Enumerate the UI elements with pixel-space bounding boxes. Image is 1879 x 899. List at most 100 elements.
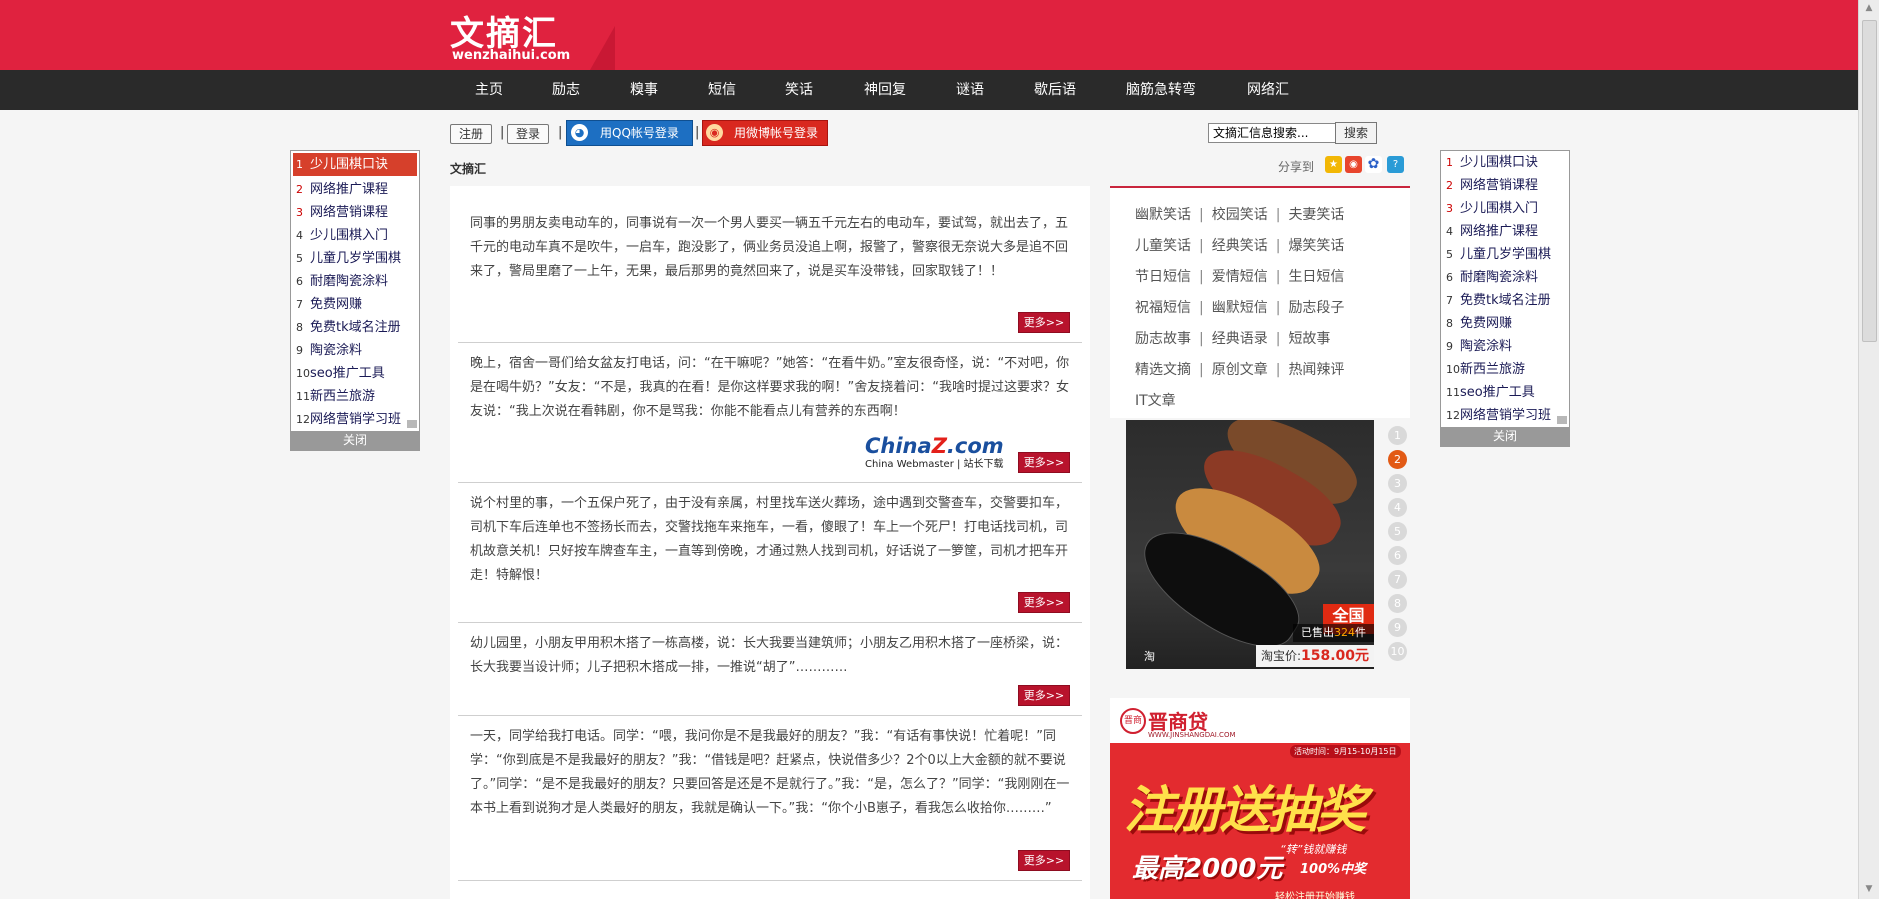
category-link[interactable]: 热闻辣评 [1288,362,1344,378]
category-link[interactable]: 爱情短信 [1212,269,1268,285]
list-item[interactable]: 9 陶瓷涂料 [291,339,419,362]
nav-item-inspire[interactable]: 励志 [552,70,580,110]
list-item[interactable]: 7 免费tk域名注册 [1441,289,1569,312]
ad-banner[interactable]: 晋商 晋商贷 WWW.JINSHANGDAI.COM 活动时间：9月15-10月… [1110,698,1410,899]
slide-dot[interactable]: 1 [1388,426,1407,445]
sold-suffix: 件 [1355,626,1366,639]
list-item[interactable]: 2 网络营销课程 [1441,174,1569,197]
nav-item-jokes[interactable]: 笑话 [785,70,813,110]
site-logo[interactable]: 文摘汇 wenzhaihui.com [450,6,615,70]
list-item[interactable]: 5 儿童几岁学围棋 [291,247,419,270]
list-item[interactable]: 11新西兰旅游 [291,385,419,408]
item-label: 少儿围棋入门 [310,228,389,243]
category-link[interactable]: IT文章 [1135,393,1176,409]
more-button[interactable]: 更多>> [1018,850,1070,871]
slide-dot[interactable]: 4 [1388,498,1407,517]
list-item[interactable]: 4 网络推广课程 [1441,220,1569,243]
more-button[interactable]: 更多>> [1018,592,1070,613]
category-link[interactable]: 生日短信 [1288,269,1344,285]
nav-item-brainteaser[interactable]: 脑筋急转弯 [1126,70,1196,110]
scroll-down-icon[interactable]: ▼ [1863,884,1875,896]
list-item[interactable]: 8 免费网赚 [1441,312,1569,335]
category-link[interactable]: 励志故事 [1135,331,1191,347]
share-qzone-icon[interactable]: ★ [1325,156,1342,173]
nav-item-sms[interactable]: 短信 [708,70,736,110]
sold-number: 324 [1334,626,1355,639]
nav-item-network[interactable]: 网络汇 [1247,70,1289,110]
scroll-up-icon[interactable]: ▲ [1863,3,1875,15]
register-button[interactable]: 注册 [450,124,493,144]
nav-item-funny[interactable]: 糗事 [630,70,658,110]
list-item[interactable]: 8 免费tk域名注册 [291,316,419,339]
category-panel: 幽默笑话 | 校园笑话 | 夫妻笑话 儿童笑话 | 经典笑话 | 爆笑笑话 节日短信 | 爱情短信 |… [1110,186,1410,418]
nav-item-riddles[interactable]: 谜语 [956,70,984,110]
category-link[interactable]: 原创文章 [1212,362,1268,378]
vertical-scrollbar[interactable]: ▲ ▼ [1858,0,1879,899]
category-link[interactable]: 经典语录 [1212,331,1268,347]
resize-corner-icon [407,420,417,428]
slide-dot[interactable]: 6 [1388,546,1407,565]
close-button[interactable]: 关闭 [1441,427,1569,446]
category-link[interactable]: 幽默笑话 [1135,207,1191,223]
list-item[interactable]: 2 网络推广课程 [291,178,419,201]
share-more-icon[interactable]: ? [1387,156,1404,173]
slide-dot-active[interactable]: 2 [1388,450,1407,469]
divider [458,342,1082,343]
list-item[interactable]: 12网络营销学习班 [1441,404,1569,427]
category-link[interactable]: 儿童笑话 [1135,238,1191,254]
more-button[interactable]: 更多>> [1018,452,1070,473]
list-item[interactable]: 6 耐磨陶瓷涂料 [1441,266,1569,289]
more-button[interactable]: 更多>> [1018,685,1070,706]
list-item[interactable]: 6 耐磨陶瓷涂料 [291,270,419,293]
category-link[interactable]: 幽默短信 [1212,300,1268,316]
category-link[interactable]: 爆笑笑话 [1288,238,1344,254]
qq-login-button[interactable]: ◕ 用QQ帐号登录 [566,120,693,146]
slide-dot[interactable]: 5 [1388,522,1407,541]
share-weibo-icon[interactable]: ◉ [1345,156,1362,173]
breadcrumb[interactable]: 文摘汇 [450,160,486,177]
product-slideshow[interactable]: 全国 已售出324件 淘宝价:158.00元 淘 [1126,420,1374,669]
list-item[interactable]: 4 少儿围棋入门 [291,224,419,247]
list-item[interactable]: 1 少儿围棋口诀 [1441,151,1569,174]
search-button[interactable]: 搜索 [1335,122,1377,144]
weibo-login-button[interactable]: ◉ 用微博帐号登录 [702,120,828,146]
category-link[interactable]: 短故事 [1288,331,1330,347]
slide-dot[interactable]: 7 [1388,570,1407,589]
category-link[interactable]: 祝福短信 [1135,300,1191,316]
share-baidu-icon[interactable]: ✿ [1365,156,1382,173]
list-item[interactable]: 5 儿童几岁学围棋 [1441,243,1569,266]
list-item[interactable]: 3 网络营销课程 [291,201,419,224]
item-rank: 5 [1446,248,1453,261]
list-item[interactable]: 11seo推广工具 [1441,381,1569,404]
category-link[interactable]: 精选文摘 [1135,362,1191,378]
slide-dot[interactable]: 3 [1388,474,1407,493]
nav-item-xiehouyu[interactable]: 歇后语 [1034,70,1076,110]
category-link[interactable]: 经典笑话 [1212,238,1268,254]
logo-text-en: wenzhaihui.com [452,48,571,63]
list-item[interactable]: 10新西兰旅游 [1441,358,1569,381]
category-link[interactable]: 夫妻笑话 [1288,207,1344,223]
list-item[interactable]: 7 免费网赚 [291,293,419,316]
close-button[interactable]: 关闭 [291,431,419,450]
sold-prefix: 已售出 [1301,626,1334,639]
list-item[interactable]: 12网络营销学习班 [291,408,419,431]
item-rank: 8 [296,321,303,334]
list-item[interactable]: 9 陶瓷涂料 [1441,335,1569,358]
left-floating-list: 1 少儿围棋口诀 2 网络推广课程 3 网络营销课程 4 少儿围棋入门 5 儿童几岁学围棋… [290,150,420,451]
category-link[interactable]: 校园笑话 [1212,207,1268,223]
nav-item-home[interactable]: 主页 [475,70,503,110]
slide-dot[interactable]: 9 [1388,618,1407,637]
more-button[interactable]: 更多>> [1018,312,1070,333]
list-item[interactable]: 1 少儿围棋口诀 [293,153,417,176]
category-link[interactable]: 节日短信 [1135,269,1191,285]
list-item[interactable]: 10seo推广工具 [291,362,419,385]
scrollbar-thumb[interactable] [1862,20,1877,342]
slide-dot[interactable]: 10 [1388,642,1407,661]
login-button[interactable]: 登录 [507,124,550,144]
list-item[interactable]: 3 少儿围棋入门 [1441,197,1569,220]
nav-item-replies[interactable]: 神回复 [864,70,906,110]
search-input[interactable] [1208,123,1336,143]
category-link[interactable]: 励志段子 [1288,300,1344,316]
item-label: 少儿围棋口诀 [1460,155,1539,170]
slide-dot[interactable]: 8 [1388,594,1407,613]
